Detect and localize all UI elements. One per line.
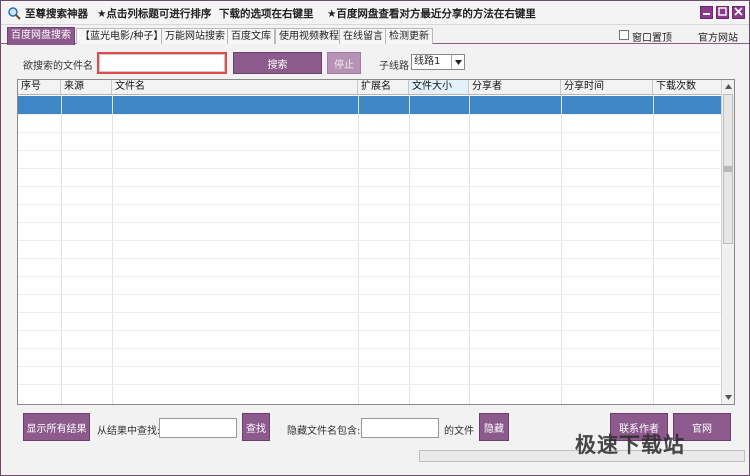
maximize-icon <box>718 6 727 19</box>
grid-row-line <box>18 366 722 367</box>
file-suffix-label: 的文件 <box>444 426 474 437</box>
column-header-source[interactable]: 来源 <box>61 80 112 94</box>
vertical-scrollbar[interactable] <box>721 80 734 404</box>
search-label: 欲搜索的文件名 <box>23 61 93 72</box>
hint-download: 下载的选项在右键里 <box>219 8 314 20</box>
topmost-label[interactable]: 窗口置顶 <box>632 29 672 44</box>
grid-divider <box>409 95 410 404</box>
column-header-sharer[interactable]: 分享者 <box>469 80 561 94</box>
column-header-extension[interactable]: 扩展名 <box>358 80 409 94</box>
app-title: 至尊搜索神器 <box>25 8 88 20</box>
find-button[interactable]: 查找 <box>242 413 270 441</box>
tab-baidu-pan-search[interactable]: 百度网盘搜索 <box>7 27 75 45</box>
grid-divider <box>561 95 562 404</box>
tab-universal-site-search[interactable]: 万能网站搜索 <box>161 28 229 44</box>
scroll-up-icon[interactable] <box>722 80 734 93</box>
line-select[interactable]: 线路1 <box>411 54 465 70</box>
stop-button[interactable]: 停止 <box>327 52 361 74</box>
grid-row-line <box>18 258 722 259</box>
search-input[interactable] <box>99 54 225 72</box>
table-header: 序号 来源 文件名 扩展名 文件大小 分享者 分享时间 下载次数 <box>18 80 722 95</box>
show-all-results-button[interactable]: 显示所有结果 <box>23 413 90 441</box>
column-header-filename[interactable]: 文件名 <box>112 80 358 94</box>
column-header-share-time[interactable]: 分享时间 <box>561 80 653 94</box>
column-header-filesize[interactable]: 文件大小 <box>409 80 469 94</box>
grid-row-line <box>18 348 722 349</box>
grid-divider <box>61 95 62 404</box>
minimize-icon <box>702 7 711 19</box>
grid-row-line <box>18 276 722 277</box>
line-select-value: 线路1 <box>414 56 441 67</box>
selected-row[interactable] <box>18 96 722 114</box>
column-header-downloads[interactable]: 下载次数 <box>653 80 722 94</box>
find-in-results-input[interactable] <box>159 418 237 438</box>
hint-share: ★百度网盘查看对方最近分享的方法在右键里 <box>327 8 536 20</box>
grid-row-line <box>18 204 722 205</box>
hide-button[interactable]: 隐藏 <box>479 413 509 441</box>
tab-check-update[interactable]: 检测更新 <box>385 28 433 44</box>
app-window: 至尊搜索神器 ★点击列标题可进行排序 下载的选项在右键里 ★百度网盘查看对方最近… <box>0 0 750 476</box>
search-input-frame <box>97 52 227 74</box>
find-label: 从结果中查找: <box>97 426 161 437</box>
hint-sort: ★点击列标题可进行排序 <box>97 8 212 20</box>
grid-row-line <box>18 294 722 295</box>
official-site-link[interactable]: 官方网站 <box>698 29 738 44</box>
grid-divider <box>358 95 359 404</box>
scroll-down-icon[interactable] <box>722 391 734 404</box>
grid-row-line <box>18 222 722 223</box>
hide-label: 隐藏文件名包含: <box>287 426 361 437</box>
grid-row-line <box>18 330 722 331</box>
maximize-button[interactable] <box>716 6 729 19</box>
grid-row-line <box>18 186 722 187</box>
topmost-checkbox[interactable] <box>619 30 629 40</box>
results-table[interactable]: 序号 来源 文件名 扩展名 文件大小 分享者 分享时间 下载次数 <box>17 79 735 405</box>
hide-filename-input[interactable] <box>361 418 439 438</box>
grid-row-line <box>18 132 722 133</box>
tab-bluray-movies[interactable]: 【蓝光电影/种子】 <box>76 28 168 44</box>
tab-baidu-wenku[interactable]: 百度文库 <box>227 28 275 44</box>
scrollbar-thumb[interactable] <box>723 94 733 244</box>
column-header-index[interactable]: 序号 <box>18 80 61 94</box>
minimize-button[interactable] <box>700 6 713 19</box>
close-button[interactable] <box>732 6 745 19</box>
line-label: 子线路 <box>379 61 409 72</box>
grid-row-line <box>18 114 722 115</box>
tab-video-tutorial[interactable]: 使用视频教程 <box>275 28 343 44</box>
tab-online-message[interactable]: 在线留言 <box>339 28 387 44</box>
title-bar: 至尊搜索神器 ★点击列标题可进行排序 下载的选项在右键里 ★百度网盘查看对方最近… <box>1 1 749 25</box>
grid-row-line <box>18 312 722 313</box>
grid-row-line <box>18 168 722 169</box>
grid-row-line <box>18 150 722 151</box>
grid-row-line <box>18 384 722 385</box>
watermark: 极速下载站 <box>575 433 685 457</box>
grid-divider <box>653 95 654 404</box>
magnifier-icon <box>7 6 21 20</box>
grid-divider <box>112 95 113 404</box>
chevron-down-icon <box>451 55 464 69</box>
close-icon <box>734 6 743 19</box>
grid-divider <box>469 95 470 404</box>
grid-row-line <box>18 240 722 241</box>
search-button[interactable]: 搜索 <box>233 52 322 74</box>
